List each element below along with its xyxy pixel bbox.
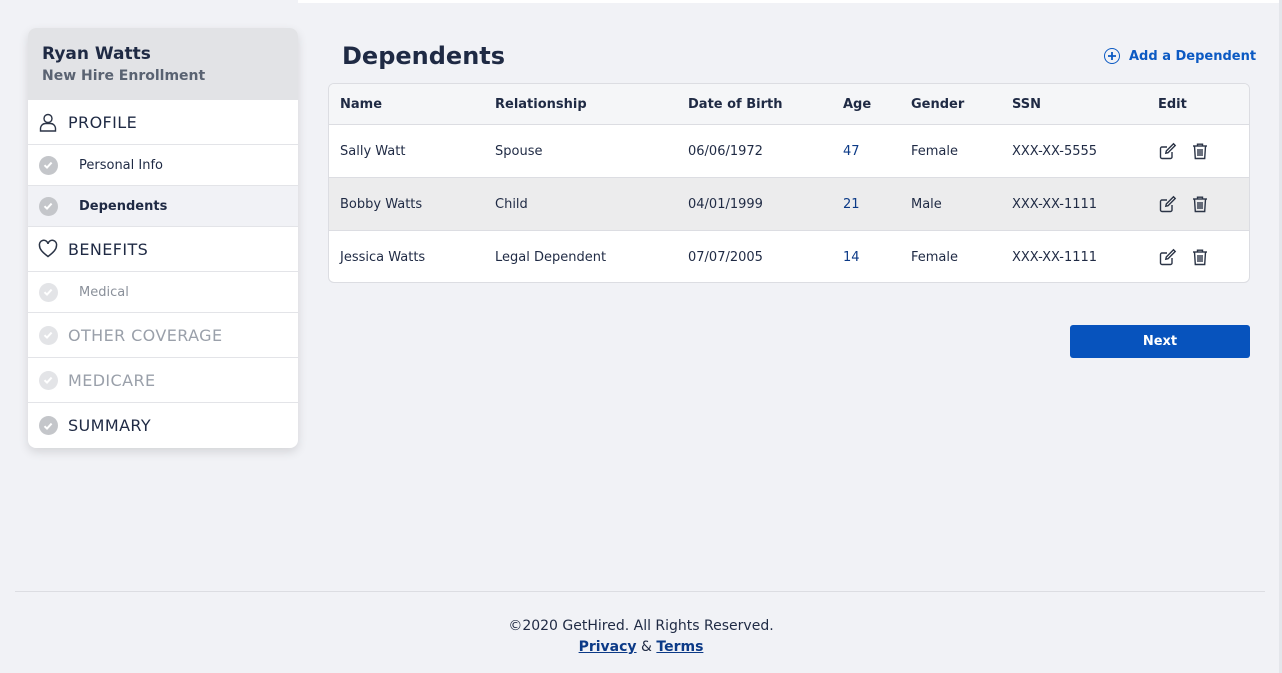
sidebar-section-other-coverage[interactable]: OTHER COVERAGE — [28, 313, 298, 358]
row-actions — [1158, 231, 1210, 282]
next-button[interactable]: Next — [1070, 325, 1250, 358]
sidebar-item-label: Personal Info — [79, 157, 163, 173]
column-header-gender: Gender — [911, 96, 965, 112]
dependent-age: 47 — [843, 143, 860, 159]
trash-icon[interactable] — [1190, 141, 1210, 161]
footer-copyright: ©2020 GetHired. All Rights Reserved. — [508, 618, 774, 634]
dependent-age: 14 — [843, 249, 860, 265]
page-title: Dependents — [342, 42, 506, 70]
top-bar-strip — [298, 0, 1282, 3]
dependent-gender: Female — [911, 143, 959, 159]
dependent-name: Jessica Watts — [340, 249, 426, 265]
dependent-relationship: Legal Dependent — [495, 249, 607, 265]
column-header-age: Age — [843, 96, 872, 112]
enrollment-subtitle: New Hire Enrollment — [42, 68, 206, 84]
add-dependent-link[interactable]: Add a Dependent — [1104, 48, 1256, 64]
sidebar-section-label: OTHER COVERAGE — [68, 325, 223, 345]
sidebar-item-label: Dependents — [79, 198, 168, 214]
dependent-relationship: Child — [495, 196, 528, 212]
dependent-gender: Male — [911, 196, 942, 212]
sidebar-section-label: BENEFITS — [68, 239, 149, 259]
dependent-age: 21 — [843, 196, 860, 212]
sidebar-section-benefits[interactable]: BENEFITS — [28, 227, 298, 272]
person-icon — [38, 112, 58, 132]
row-actions — [1158, 178, 1210, 230]
column-header-edit: Edit — [1158, 96, 1187, 112]
sidebar-section-label: MEDICARE — [68, 370, 156, 390]
dependent-gender: Female — [911, 249, 959, 265]
footer-links: Privacy & Terms — [0, 639, 1282, 655]
table-row: Bobby Watts Child 04/01/1999 21 Male XXX… — [329, 177, 1249, 230]
add-dependent-label: Add a Dependent — [1129, 48, 1257, 64]
check-circle-icon — [38, 282, 58, 302]
terms-link[interactable]: Terms — [656, 639, 703, 655]
table-header-row: Name Relationship Date of Birth Age Gend… — [329, 84, 1249, 124]
user-name: Ryan Watts — [42, 44, 151, 64]
column-header-relationship: Relationship — [495, 96, 587, 112]
sidebar-section-label: PROFILE — [68, 112, 138, 132]
column-header-date-of-birth: Date of Birth — [688, 96, 783, 112]
dependent-ssn: XXX-XX-1111 — [1012, 196, 1098, 212]
dependent-name: Bobby Watts — [340, 196, 423, 212]
sidebar-item-personal-info[interactable]: Personal Info — [28, 145, 298, 186]
sidebar-item-label: Medical — [79, 284, 129, 300]
column-header-ssn: SSN — [1012, 96, 1042, 112]
column-header-name: Name — [340, 96, 383, 112]
check-circle-icon — [38, 155, 58, 175]
table-row: Jessica Watts Legal Dependent 07/07/2005… — [329, 230, 1249, 282]
dependent-dob: 04/01/1999 — [688, 196, 763, 212]
dependent-dob: 06/06/1972 — [688, 143, 763, 159]
heart-icon — [38, 239, 58, 259]
dependent-name: Sally Watt — [340, 143, 406, 159]
trash-icon[interactable] — [1190, 194, 1210, 214]
dependent-relationship: Spouse — [495, 143, 543, 159]
sidebar-section-label: SUMMARY — [68, 416, 152, 435]
check-circle-icon — [38, 196, 58, 216]
footer-ampersand: & — [641, 639, 652, 655]
sidebar-section-profile[interactable]: PROFILE — [28, 100, 298, 145]
table-row: Sally Watt Spouse 06/06/1972 47 Female X… — [329, 124, 1249, 177]
privacy-link[interactable]: Privacy — [579, 639, 637, 655]
dependents-table: Name Relationship Date of Birth Age Gend… — [328, 83, 1250, 283]
sidebar-item-medical[interactable]: Medical — [28, 272, 298, 313]
check-circle-icon — [38, 325, 58, 345]
sidebar-section-summary[interactable]: SUMMARY — [28, 403, 298, 448]
sidebar-header: Ryan Watts New Hire Enrollment — [28, 28, 298, 100]
edit-icon[interactable] — [1158, 194, 1178, 214]
enrollment-sidebar: Ryan Watts New Hire Enrollment PROFILE P… — [28, 28, 298, 448]
check-circle-icon — [38, 416, 58, 436]
dependent-dob: 07/07/2005 — [688, 249, 763, 265]
check-circle-icon — [38, 370, 58, 390]
trash-icon[interactable] — [1190, 247, 1210, 267]
row-actions — [1158, 125, 1210, 177]
edit-icon[interactable] — [1158, 247, 1178, 267]
edit-icon[interactable] — [1158, 141, 1178, 161]
plus-circle-icon — [1104, 48, 1120, 64]
footer-divider — [15, 591, 1265, 592]
dependent-ssn: XXX-XX-1111 — [1012, 249, 1098, 265]
dependent-ssn: XXX-XX-5555 — [1012, 143, 1098, 159]
sidebar-item-dependents[interactable]: Dependents — [28, 186, 298, 227]
sidebar-section-medicare[interactable]: MEDICARE — [28, 358, 298, 403]
